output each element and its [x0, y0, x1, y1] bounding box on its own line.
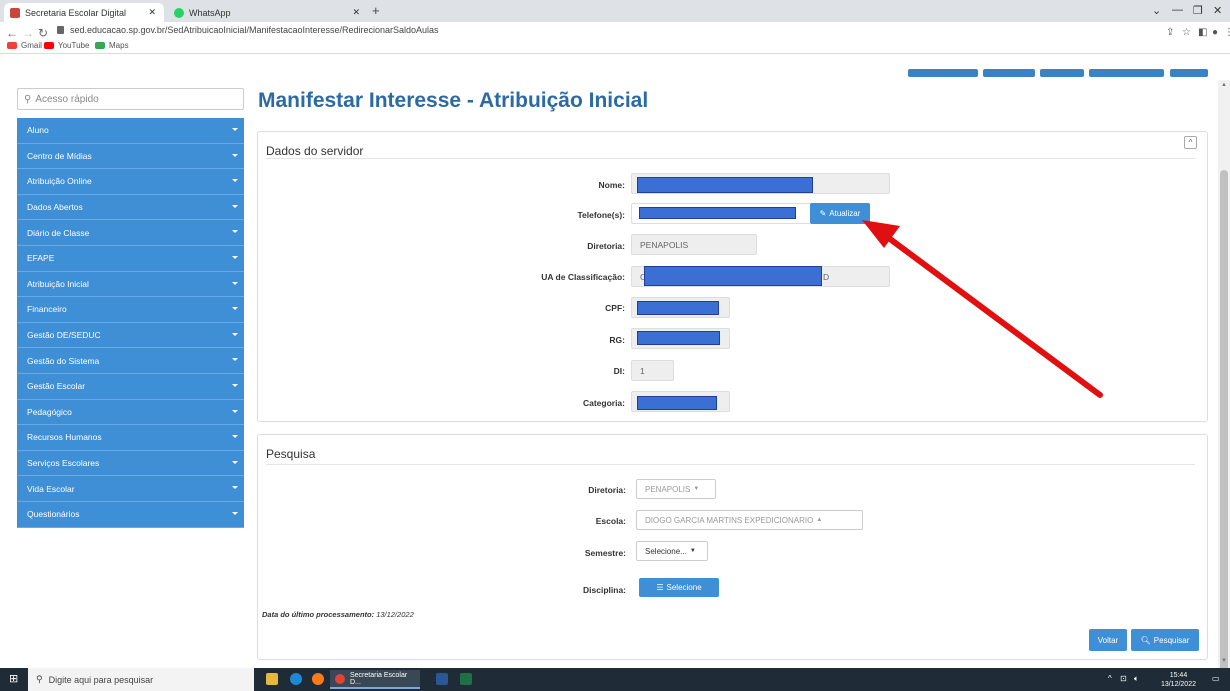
taskbar-app-label: Secretaria Escolar D...	[350, 671, 408, 686]
search-icon: ⚲	[36, 674, 43, 684]
page-scrollbar[interactable]: ▲ ▼	[1218, 80, 1230, 690]
last-processing-text: Data do último processamento: 13/12/2022	[262, 610, 414, 619]
scrollbar-thumb[interactable]	[1220, 170, 1228, 690]
taskbar-clock[interactable]: 15:44 13/12/2022	[1161, 671, 1196, 689]
network-icon[interactable]: ⊡	[1120, 674, 1127, 683]
pesquisa-panel: Pesquisa	[257, 434, 1208, 660]
disciplina-button-label: Selecione	[666, 583, 702, 592]
pesquisa-diretoria-select[interactable]: PENAPOLIS ▼	[636, 479, 716, 499]
edge-icon[interactable]	[290, 673, 302, 685]
caret-down-icon: ▼	[693, 486, 700, 492]
firefox-icon[interactable]	[312, 673, 324, 685]
select-value: PENAPOLIS	[645, 484, 691, 494]
escola-select[interactable]: DIOGO GARCIA MARTINS EXPEDICIONARIO ▲	[636, 510, 863, 530]
clock-date: 13/12/2022	[1160, 681, 1196, 688]
disciplina-select-button[interactable]: ☰ Selecione	[639, 578, 719, 597]
volume-icon[interactable]: 🔈︎	[1134, 674, 1139, 684]
pesquisar-button[interactable]: 🔍︎ Pesquisar	[1131, 629, 1199, 651]
pesquisa-panel-title: Pesquisa	[266, 447, 316, 461]
file-explorer-icon[interactable]	[266, 673, 278, 685]
scroll-up-icon[interactable]: ▲	[1221, 82, 1227, 88]
pesquisa-diretoria-label: Diretoria:	[588, 485, 626, 495]
tray-chevron-icon[interactable]: ^	[1108, 674, 1112, 683]
caret-up-icon: ▲	[816, 517, 823, 523]
windows-start-icon[interactable]: ⊞	[9, 673, 21, 685]
select-value: Selecione...	[645, 546, 687, 556]
escola-label: Escola:	[595, 516, 626, 526]
caret-down-icon: ▼	[689, 548, 696, 554]
disciplina-label: Disciplina:	[583, 585, 626, 595]
word-icon[interactable]	[436, 673, 448, 685]
excel-icon[interactable]	[460, 673, 472, 685]
list-icon: ☰	[656, 583, 664, 592]
divider	[266, 464, 1195, 465]
notifications-icon[interactable]: ▭	[1212, 674, 1220, 683]
pesquisar-label: Pesquisar	[1153, 635, 1190, 645]
clock-time: 15:44	[1169, 672, 1188, 679]
last-processing-label: Data do último processamento:	[262, 610, 375, 619]
taskbar-search-placeholder: Digite aqui para pesquisar	[48, 674, 154, 685]
last-processing-value: 13/12/2022	[376, 610, 414, 619]
windows-taskbar: ⊞ ⚲ Digite aqui para pesquisar Secretari…	[0, 668, 1230, 691]
search-icon: 🔍︎	[1140, 635, 1151, 645]
semestre-label: Semestre:	[584, 548, 626, 558]
semestre-select[interactable]: Selecione... ▼	[636, 541, 708, 561]
voltar-button[interactable]: Voltar	[1089, 629, 1127, 651]
chrome-icon	[335, 674, 345, 684]
scroll-down-icon[interactable]: ▼	[1221, 658, 1227, 664]
taskbar-app-chrome[interactable]: Secretaria Escolar D...	[330, 670, 420, 689]
taskbar-search[interactable]: ⚲ Digite aqui para pesquisar	[28, 668, 254, 691]
select-value: DIOGO GARCIA MARTINS EXPEDICIONARIO	[645, 515, 814, 525]
